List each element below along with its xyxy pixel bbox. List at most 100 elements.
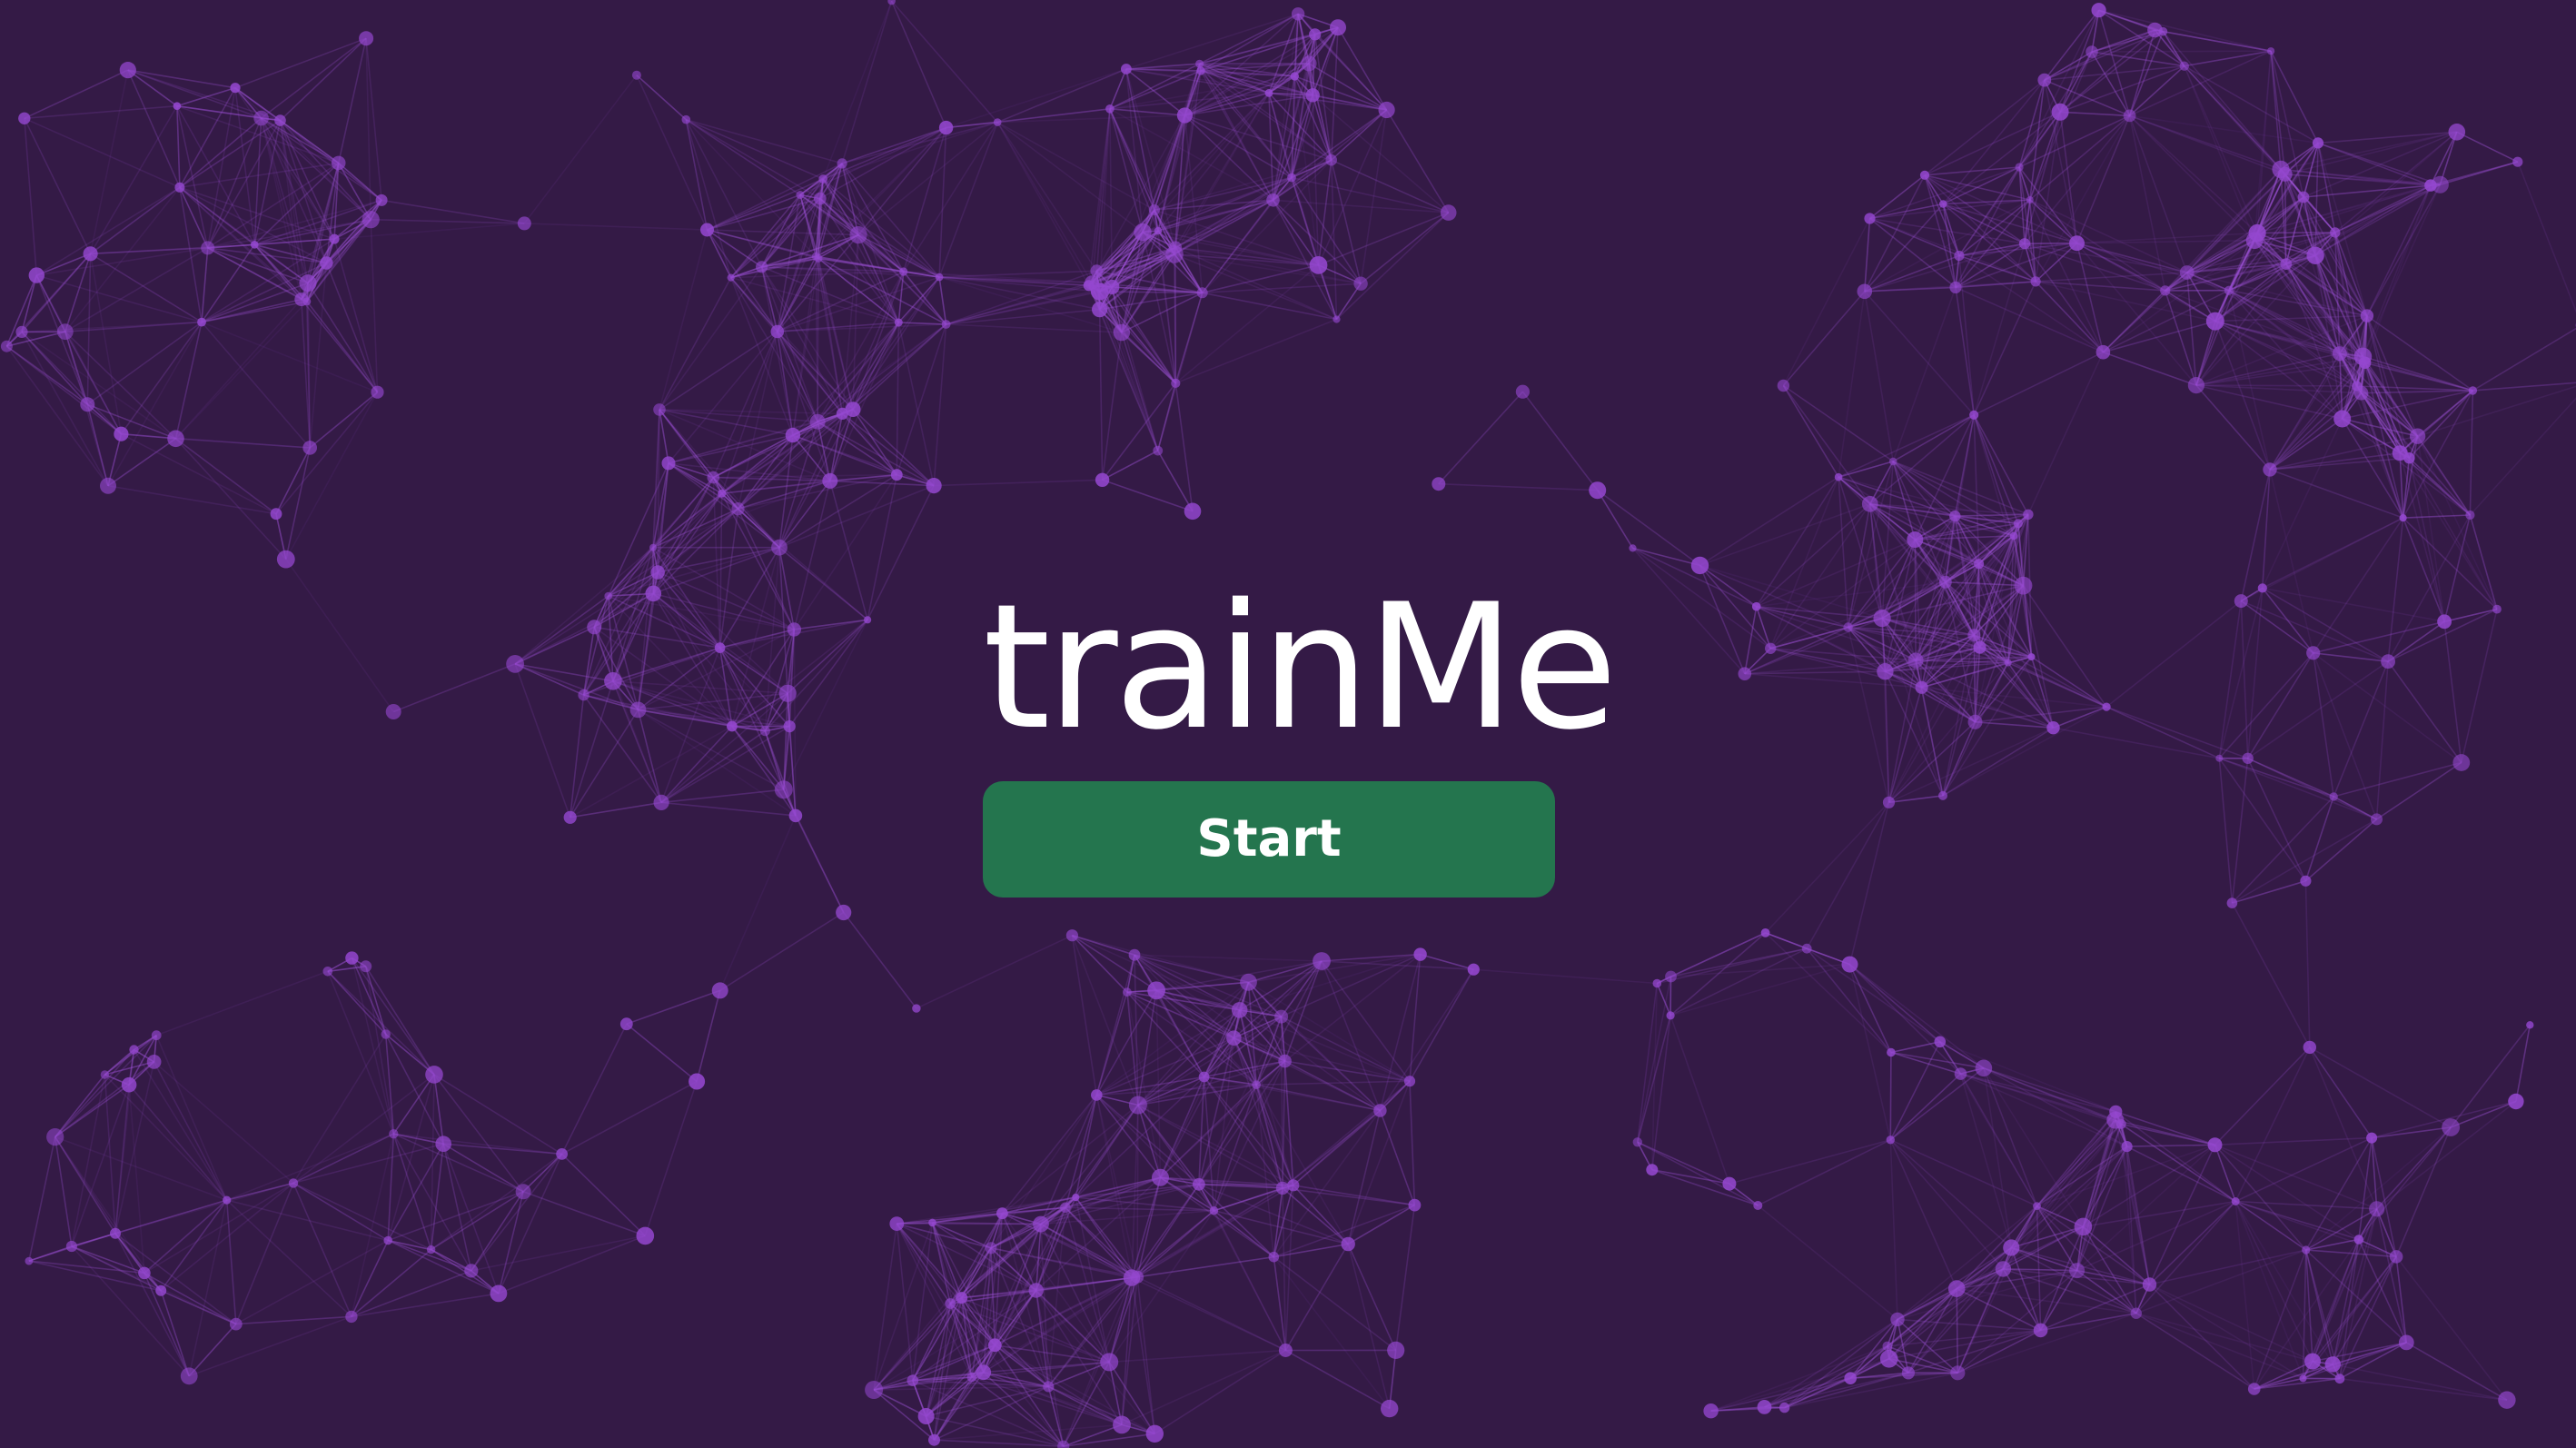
network-node xyxy=(1091,1089,1103,1101)
network-node xyxy=(2303,1040,2316,1055)
network-node xyxy=(894,318,903,327)
network-node xyxy=(2234,594,2248,609)
network-edge xyxy=(1756,476,1839,608)
network-edge xyxy=(1174,293,1204,384)
network-edge xyxy=(1293,1185,1349,1245)
network-edge xyxy=(1632,547,1700,567)
network-node xyxy=(1171,378,1181,388)
network-node xyxy=(100,477,116,494)
network-edge xyxy=(90,253,203,323)
network-node xyxy=(320,256,333,270)
network-edge xyxy=(442,1143,524,1193)
network-node xyxy=(945,1298,956,1309)
network-node xyxy=(1652,978,1662,988)
network-edge xyxy=(934,1439,1064,1447)
network-node xyxy=(1065,929,1078,942)
network-node xyxy=(809,413,826,430)
network-node xyxy=(2033,1323,2048,1338)
network-edge xyxy=(1385,109,1450,213)
network-edge xyxy=(1921,687,2054,729)
network-node xyxy=(1861,495,1878,512)
network-edge xyxy=(285,559,394,712)
network-node xyxy=(938,120,954,135)
network-node xyxy=(1152,1168,1169,1186)
network-edge xyxy=(2246,758,2307,882)
network-node xyxy=(2115,1119,2126,1129)
network-node xyxy=(1330,19,1346,36)
network-node xyxy=(1938,575,1952,589)
network-node xyxy=(2069,1263,2086,1279)
network-edge xyxy=(2128,115,2188,273)
network-node xyxy=(80,397,95,412)
network-edge xyxy=(2231,902,2311,1048)
network-edge xyxy=(54,1136,73,1247)
network-node xyxy=(2179,61,2189,71)
network-edge xyxy=(174,438,287,560)
network-edge xyxy=(660,730,766,804)
network-node xyxy=(2179,265,2195,280)
network-edge xyxy=(659,266,763,411)
network-edge xyxy=(2240,600,2249,759)
start-button[interactable]: Start xyxy=(983,781,1555,898)
network-node xyxy=(2424,179,2437,192)
network-edge xyxy=(175,438,311,449)
network-node xyxy=(1195,59,1204,68)
network-edge xyxy=(659,277,732,411)
network-node xyxy=(1873,610,1891,628)
network-node xyxy=(2442,1118,2461,1136)
network-node xyxy=(253,110,269,126)
network-edge xyxy=(1438,482,1598,491)
network-node xyxy=(2333,410,2352,428)
network-node xyxy=(1196,66,1205,75)
network-edge xyxy=(890,0,947,128)
network-edge xyxy=(54,1136,227,1201)
network-edge xyxy=(2129,114,2319,144)
network-node xyxy=(1934,1036,1947,1048)
network-edge xyxy=(1238,1009,1294,1186)
network-node xyxy=(2226,898,2238,908)
network-node xyxy=(1278,1344,1293,1357)
network-edge xyxy=(325,263,379,392)
network-edge xyxy=(1087,108,1111,286)
network-edge xyxy=(1847,461,1894,628)
network-node xyxy=(174,182,185,193)
network-node xyxy=(383,1235,393,1245)
network-node xyxy=(1907,652,1924,669)
network-node xyxy=(1095,472,1110,487)
network-node xyxy=(322,967,333,977)
network-node xyxy=(1901,1366,1915,1380)
network-edge xyxy=(2395,1256,2408,1343)
network-node xyxy=(822,472,838,489)
network-node xyxy=(2399,514,2407,522)
network-node xyxy=(1231,1002,1248,1018)
network-node xyxy=(223,1195,232,1205)
network-node xyxy=(796,191,805,199)
network-node xyxy=(2300,875,2312,887)
network-node xyxy=(1090,264,1104,278)
network-edge xyxy=(2461,609,2498,763)
network-edge xyxy=(1973,351,2104,416)
network-edge xyxy=(719,911,845,992)
network-node xyxy=(1121,64,1132,74)
network-edge xyxy=(2126,1144,2215,1147)
network-node xyxy=(129,1045,139,1055)
network-node xyxy=(1834,472,1843,481)
network-node xyxy=(1947,1280,1966,1297)
network-edge xyxy=(1983,1067,2013,1248)
network-edge xyxy=(64,186,181,332)
network-edge xyxy=(873,1222,934,1391)
network-node xyxy=(1954,250,1965,262)
network-node xyxy=(774,780,793,799)
network-edge xyxy=(778,547,868,620)
network-edge xyxy=(2184,65,2286,175)
network-node xyxy=(1629,544,1637,552)
network-edge xyxy=(2091,50,2272,53)
network-edge xyxy=(201,243,255,323)
network-edge xyxy=(71,1245,190,1377)
network-node xyxy=(587,620,602,635)
network-edge xyxy=(155,1035,228,1201)
network-node xyxy=(2267,47,2275,55)
network-node xyxy=(201,241,215,255)
network-node xyxy=(2014,576,2033,595)
network-node xyxy=(1841,956,1858,973)
